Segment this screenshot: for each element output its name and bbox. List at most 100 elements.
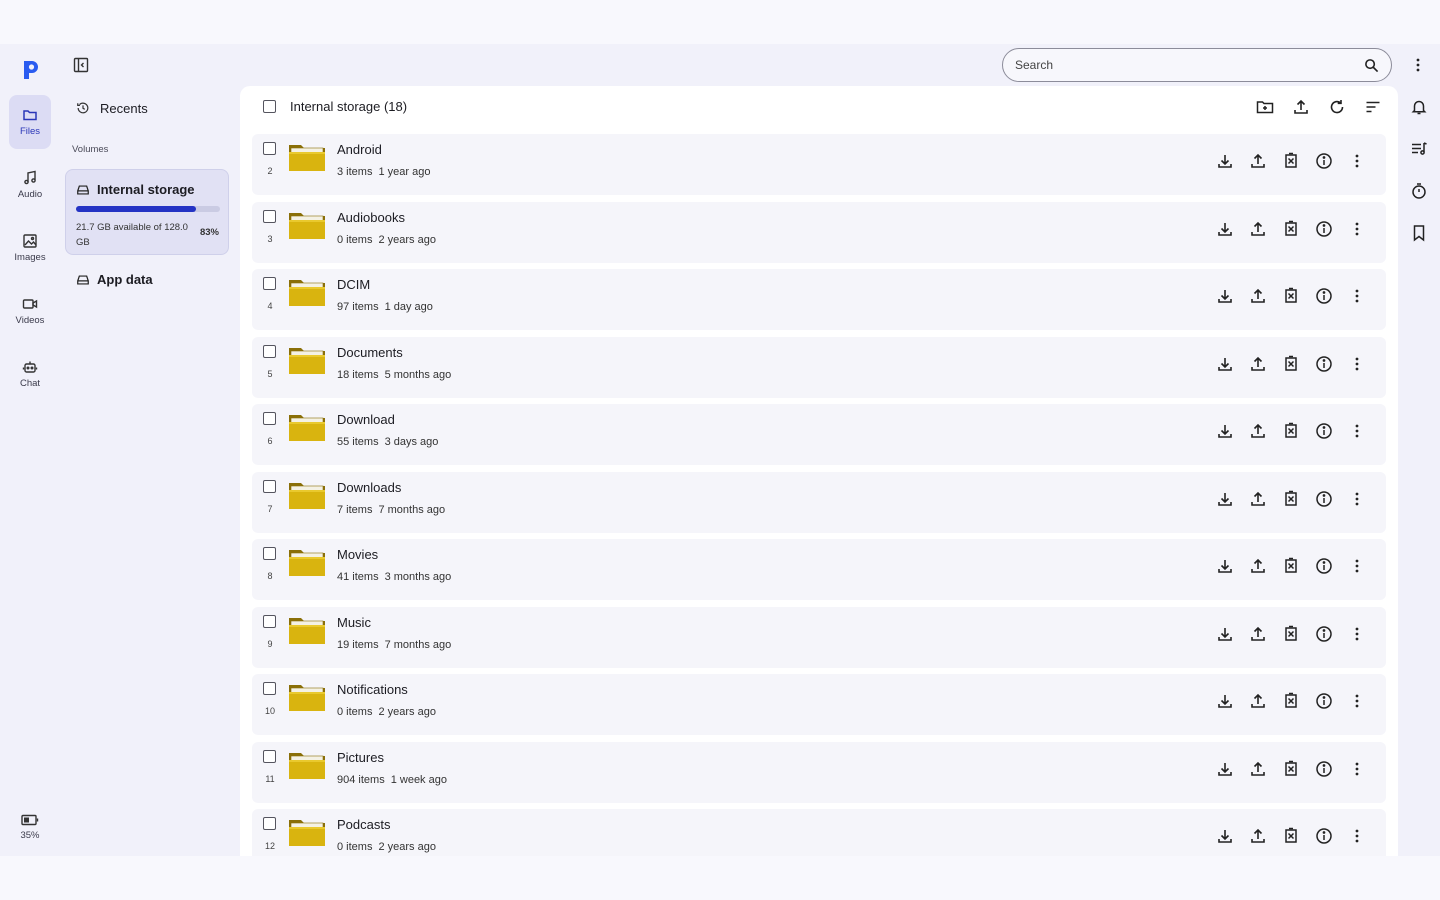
download-icon[interactable]	[1216, 220, 1234, 238]
info-icon[interactable]	[1315, 422, 1333, 440]
row-checkbox[interactable]	[263, 209, 276, 223]
more-options-icon[interactable]	[1348, 625, 1366, 643]
row-checkbox[interactable]	[263, 817, 276, 830]
folder-row[interactable]: 5 Documents 18 items 5 months ago	[252, 336, 1386, 398]
folder-row[interactable]: 9 Music 19 items 7 months ago	[252, 606, 1386, 668]
download-icon[interactable]	[1216, 152, 1234, 170]
row-checkbox[interactable]	[263, 614, 276, 628]
row-checkbox[interactable]	[263, 412, 276, 425]
folder-row[interactable]: 6 Download 55 items 3 days ago	[252, 404, 1386, 465]
row-checkbox[interactable]	[263, 142, 276, 155]
bell-icon[interactable]	[1410, 98, 1428, 116]
delete-icon[interactable]	[1282, 152, 1300, 170]
info-icon[interactable]	[1315, 625, 1333, 643]
info-icon[interactable]	[1315, 692, 1333, 710]
folder-row[interactable]: 4 DCIM 97 items 1 day ago	[252, 269, 1386, 330]
bookmark-icon[interactable]	[1410, 224, 1428, 242]
new-folder-icon[interactable]	[1256, 98, 1274, 116]
upload-icon[interactable]	[1249, 490, 1267, 508]
sidebar-item-app-data[interactable]: App data	[72, 272, 153, 287]
folder-row[interactable]: 3 Audiobooks 0 items 2 years ago	[252, 201, 1386, 263]
delete-icon[interactable]	[1282, 692, 1300, 710]
more-options-icon[interactable]	[1348, 152, 1366, 170]
delete-icon[interactable]	[1282, 760, 1300, 778]
info-icon[interactable]	[1315, 220, 1333, 238]
sidebar-toggle-icon[interactable]	[73, 57, 89, 73]
upload-icon[interactable]	[1249, 287, 1267, 305]
download-icon[interactable]	[1216, 287, 1234, 305]
delete-icon[interactable]	[1282, 220, 1300, 238]
upload-icon[interactable]	[1249, 220, 1267, 238]
stopwatch-icon[interactable]	[1410, 182, 1428, 200]
nav-item-images[interactable]: Images	[9, 221, 51, 275]
info-icon[interactable]	[1315, 287, 1333, 305]
info-icon[interactable]	[1315, 355, 1333, 373]
folder-row[interactable]: 12 Podcasts 0 items 2 years ago	[252, 809, 1386, 856]
upload-icon[interactable]	[1249, 827, 1267, 845]
more-options-icon[interactable]	[1348, 692, 1366, 710]
upload-icon[interactable]	[1249, 760, 1267, 778]
row-checkbox[interactable]	[263, 682, 276, 695]
refresh-icon[interactable]	[1328, 98, 1346, 116]
upload-icon[interactable]	[1249, 355, 1267, 373]
more-options-icon[interactable]	[1348, 490, 1366, 508]
folder-meta: 41 items 3 months ago	[337, 571, 451, 583]
folder-row[interactable]: 2 Android 3 items 1 year ago	[252, 134, 1386, 195]
more-options-icon[interactable]	[1348, 827, 1366, 845]
volumes-section-label: Volumes	[72, 144, 109, 155]
nav-item-files[interactable]: Files	[9, 95, 51, 149]
more-options-icon[interactable]	[1348, 287, 1366, 305]
nav-item-audio[interactable]: Audio	[9, 158, 51, 212]
upload-icon[interactable]	[1249, 692, 1267, 710]
info-icon[interactable]	[1315, 760, 1333, 778]
row-checkbox[interactable]	[263, 749, 276, 763]
info-icon[interactable]	[1315, 490, 1333, 508]
more-options-icon[interactable]	[1348, 220, 1366, 238]
delete-icon[interactable]	[1282, 625, 1300, 643]
sidebar-item-recents[interactable]: Recents	[72, 96, 232, 120]
delete-icon[interactable]	[1282, 490, 1300, 508]
download-icon[interactable]	[1216, 692, 1234, 710]
download-icon[interactable]	[1216, 490, 1234, 508]
delete-icon[interactable]	[1282, 287, 1300, 305]
search-icon[interactable]	[1364, 58, 1379, 73]
row-checkbox[interactable]	[263, 277, 276, 290]
delete-icon[interactable]	[1282, 827, 1300, 845]
info-icon[interactable]	[1315, 152, 1333, 170]
download-icon[interactable]	[1216, 625, 1234, 643]
select-all-checkbox[interactable]	[263, 100, 276, 113]
folder-row[interactable]: 11 Pictures 904 items 1 week ago	[252, 741, 1386, 803]
download-icon[interactable]	[1216, 422, 1234, 440]
more-options-icon[interactable]	[1348, 760, 1366, 778]
row-checkbox[interactable]	[263, 479, 276, 493]
more-options-icon[interactable]	[1348, 557, 1366, 575]
search-input[interactable]	[1015, 58, 1364, 72]
upload-icon[interactable]	[1249, 557, 1267, 575]
delete-icon[interactable]	[1282, 557, 1300, 575]
folder-row[interactable]: 7 Downloads 7 items 7 months ago	[252, 471, 1386, 533]
upload-icon[interactable]	[1292, 98, 1310, 116]
row-checkbox[interactable]	[263, 344, 276, 358]
upload-icon[interactable]	[1249, 625, 1267, 643]
volume-card-internal-storage[interactable]: Internal storage 21.7 GB available of 12…	[65, 169, 229, 255]
delete-icon[interactable]	[1282, 355, 1300, 373]
download-icon[interactable]	[1216, 557, 1234, 575]
nav-item-videos[interactable]: Videos	[9, 284, 51, 338]
info-icon[interactable]	[1315, 557, 1333, 575]
row-checkbox[interactable]	[263, 547, 276, 560]
more-options-icon[interactable]	[1348, 355, 1366, 373]
upload-icon[interactable]	[1249, 152, 1267, 170]
playlist-icon[interactable]	[1410, 140, 1428, 158]
upload-icon[interactable]	[1249, 422, 1267, 440]
nav-item-chat[interactable]: Chat	[9, 347, 51, 401]
more-options-icon[interactable]	[1348, 422, 1366, 440]
sort-icon[interactable]	[1364, 98, 1382, 116]
folder-row[interactable]: 8 Movies 41 items 3 months ago	[252, 539, 1386, 600]
download-icon[interactable]	[1216, 827, 1234, 845]
info-icon[interactable]	[1315, 827, 1333, 845]
more-options-icon[interactable]	[1410, 57, 1426, 73]
download-icon[interactable]	[1216, 760, 1234, 778]
download-icon[interactable]	[1216, 355, 1234, 373]
folder-row[interactable]: 10 Notifications 0 items 2 years ago	[252, 674, 1386, 735]
delete-icon[interactable]	[1282, 422, 1300, 440]
